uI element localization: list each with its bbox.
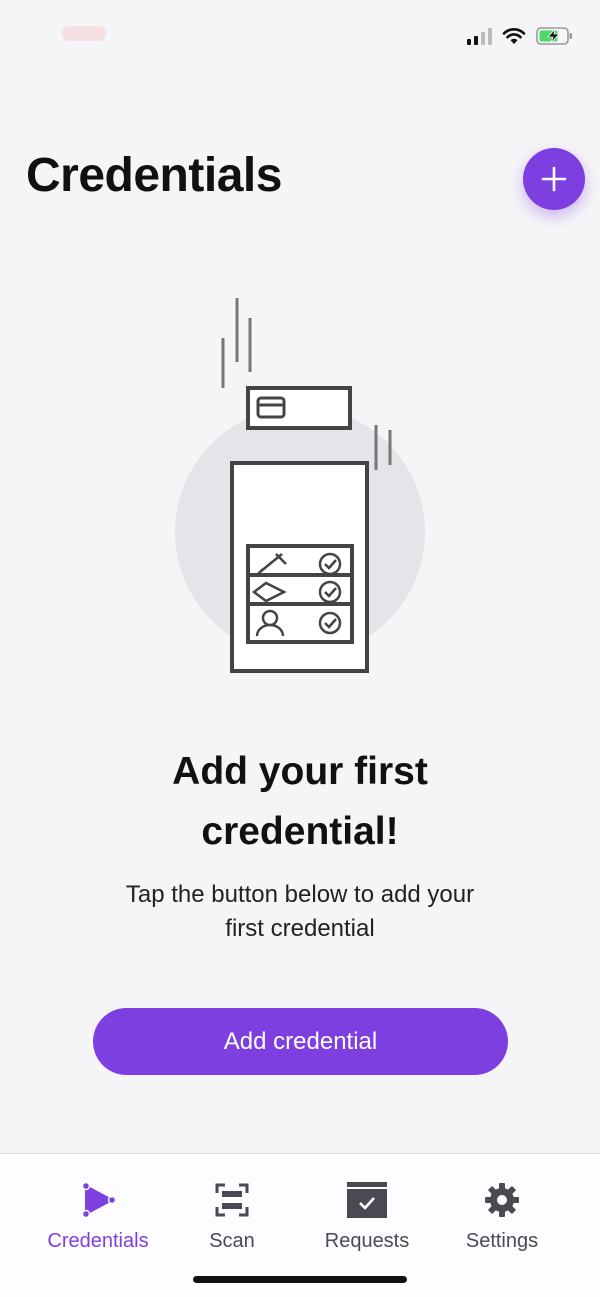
requests-icon (347, 1182, 387, 1218)
page-title: Credentials (26, 149, 282, 202)
status-bar (0, 0, 600, 70)
empty-state-title-line2: credential! (201, 810, 399, 853)
empty-state-subtitle-line2: first credential (225, 915, 375, 942)
tab-requests[interactable]: Requests (297, 1180, 437, 1253)
signal-icon (467, 27, 492, 45)
tab-requests-label: Requests (324, 1230, 410, 1252)
wifi-icon (502, 28, 526, 44)
battery-charging-icon (536, 27, 572, 45)
status-time-blurred (62, 26, 106, 41)
tab-scan[interactable]: Scan (162, 1180, 302, 1253)
empty-state-subtitle: Tap the button below to add your first c… (90, 878, 510, 946)
empty-wallet-illustration (175, 298, 425, 673)
tab-credentials[interactable]: Credentials (28, 1180, 168, 1253)
home-indicator (193, 1276, 407, 1283)
empty-state-title-line1: Add your first (172, 750, 428, 793)
tab-credentials-label: Credentials (47, 1230, 149, 1252)
add-credential-fab[interactable] (523, 148, 585, 210)
scan-icon (215, 1183, 249, 1217)
tab-scan-label: Scan (209, 1230, 255, 1252)
add-credential-button[interactable]: Add credential (93, 1008, 508, 1075)
empty-state-title: Add your first credential! (0, 742, 600, 862)
plus-icon (541, 166, 567, 192)
tab-settings[interactable]: Settings (432, 1180, 572, 1253)
credentials-icon (81, 1181, 117, 1219)
tab-settings-label: Settings (465, 1230, 539, 1252)
status-icons (467, 26, 574, 46)
gear-icon (485, 1183, 519, 1217)
empty-state-subtitle-line1: Tap the button below to add your (125, 881, 475, 908)
